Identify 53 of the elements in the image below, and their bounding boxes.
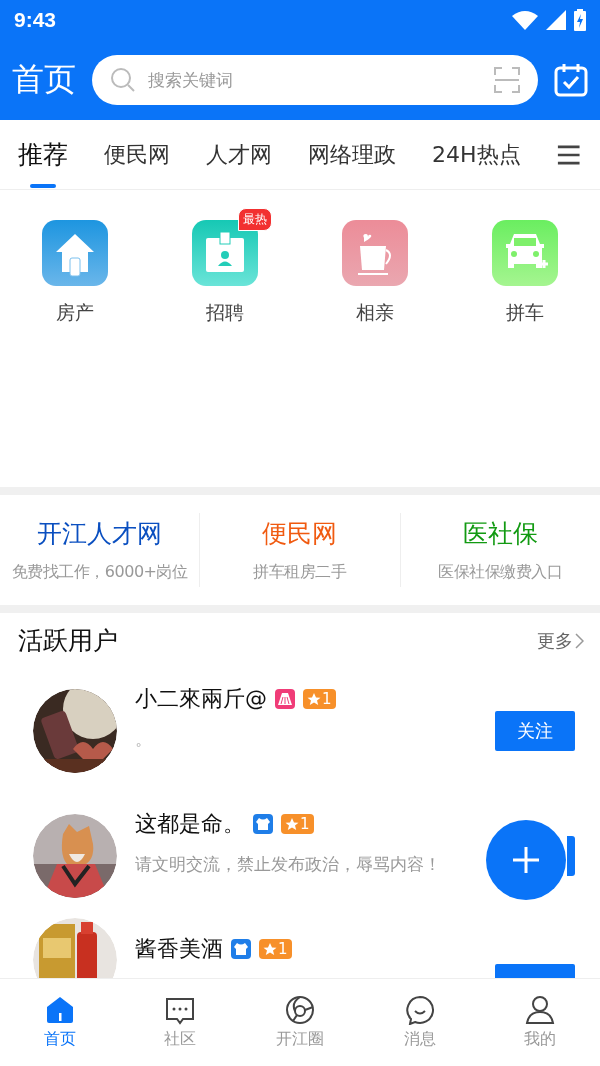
section-title: 活跃用户 (18, 625, 118, 657)
service-label[interactable]: 房产 (56, 300, 94, 326)
category-tab[interactable]: 人才网 (206, 119, 272, 190)
chat-bubble-icon (165, 995, 195, 1025)
link-subtitle: 医保社保缴费入口 (438, 562, 563, 583)
star-icon (307, 692, 321, 706)
house-icon[interactable] (42, 220, 108, 286)
plus-icon (512, 846, 540, 874)
star-icon (285, 817, 299, 831)
person-icon (525, 995, 555, 1025)
battery-icon (574, 9, 586, 31)
search-bar[interactable]: 搜索关键词 (92, 55, 538, 105)
level-number: 1 (278, 940, 288, 958)
chevron-right-icon (575, 632, 584, 649)
link-subtitle: 免费找工作，6000+岗位 (11, 562, 188, 583)
search-icon (110, 67, 136, 93)
search-field[interactable]: 搜索关键词 (146, 69, 484, 91)
more-link[interactable]: 更多 (537, 628, 584, 653)
level-number: 1 (322, 690, 332, 708)
nav-tab[interactable]: 首页 (0, 979, 120, 1066)
user-bio: 请文明交流，禁止发布政治，辱骂内容！ (135, 853, 442, 876)
service-label[interactable]: 相亲 (356, 300, 394, 326)
star-icon (263, 942, 277, 956)
service-label[interactable]: 拼车 (506, 300, 544, 326)
menu-icon[interactable] (556, 143, 580, 166)
calendar-check-icon[interactable] (554, 63, 588, 97)
category-tab[interactable]: 推荐 (18, 119, 68, 190)
user-name[interactable]: 小二來兩斤@ (135, 684, 267, 714)
link-title[interactable]: 医社保 (462, 517, 538, 550)
link-subtitle: 拼车租房二手 (253, 562, 347, 583)
follow-button[interactable] (567, 835, 575, 876)
clock-time: 9:43 (14, 8, 57, 32)
wifi-icon (512, 10, 538, 30)
user-name[interactable]: 这都是命。 (135, 809, 245, 839)
shirt-icon (231, 939, 251, 959)
user-bio: 。 (135, 728, 153, 751)
link-title[interactable]: 开江人才网 (37, 517, 163, 550)
level-number: 1 (300, 815, 310, 833)
category-tab[interactable]: 网络理政 (308, 119, 396, 190)
coffee-cup-icon[interactable] (342, 220, 408, 286)
signal-icon (546, 10, 566, 30)
category-tab[interactable]: 24H热点 (432, 119, 521, 190)
service-label[interactable]: 招聘 (206, 300, 244, 326)
user-name[interactable]: 酱香美酒 (135, 934, 223, 964)
shirt-icon (253, 814, 273, 834)
page-title: 首页 (12, 59, 76, 100)
aperture-icon (285, 995, 315, 1025)
speech-smile-icon (405, 995, 435, 1025)
follow-button[interactable]: 关注 (495, 710, 575, 751)
hot-badge: 最热 (238, 208, 272, 231)
skirt-icon (275, 689, 295, 709)
home-icon (45, 995, 75, 1025)
category-tab[interactable]: 便民网 (104, 119, 170, 190)
